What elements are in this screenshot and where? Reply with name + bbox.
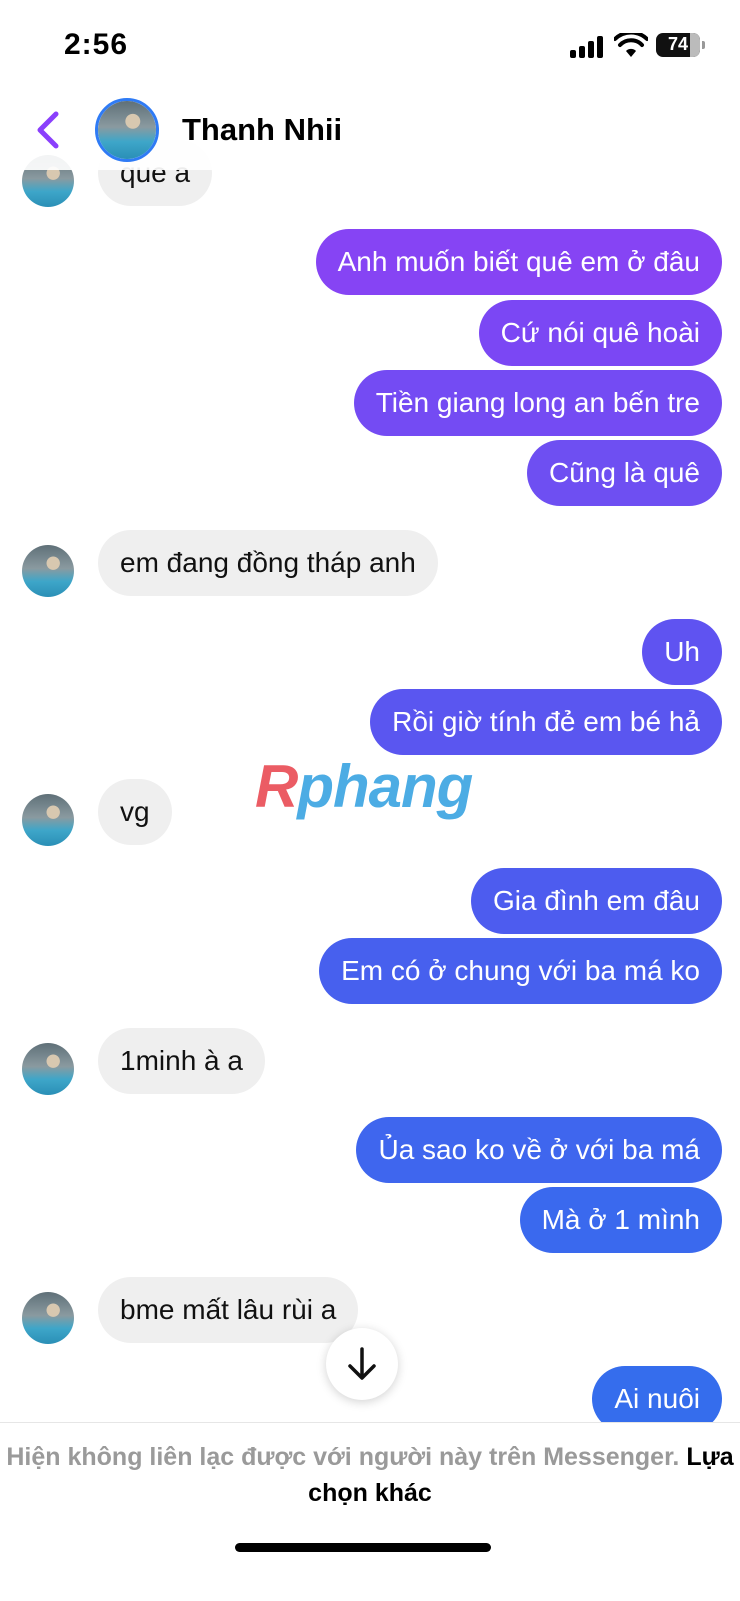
contact-avatar xyxy=(22,794,74,846)
home-indicator[interactable] xyxy=(235,1543,491,1552)
unavailable-notice: Hiện không liên lạc được với người này t… xyxy=(0,1439,740,1511)
arrow-down-icon xyxy=(348,1347,376,1380)
outgoing-message[interactable]: Anh muốn biết quê em ở đâu xyxy=(315,229,722,295)
contact-avatar xyxy=(22,1292,74,1344)
contact-avatar xyxy=(22,545,74,597)
contact-name[interactable]: Thanh Nhii xyxy=(182,112,342,148)
watermark-logo: Rphang xyxy=(255,753,473,820)
contact-avatar[interactable] xyxy=(95,98,159,162)
incoming-message[interactable]: 1minh à a xyxy=(98,1028,265,1094)
outgoing-message[interactable]: Gia đình em đâu xyxy=(470,868,722,934)
outgoing-message[interactable]: Cứ nói quê hoài xyxy=(478,300,722,366)
outgoing-message[interactable]: Em có ở chung với ba má ko xyxy=(319,938,722,1004)
incoming-message[interactable]: em đang đồng tháp anh xyxy=(98,530,438,596)
message-thread[interactable]: que a Anh muốn biết quê em ở đâu Cứ nói … xyxy=(0,0,740,1450)
incoming-message[interactable]: bme mất lâu rùi a xyxy=(98,1277,359,1343)
contact-avatar xyxy=(22,1043,74,1095)
outgoing-message[interactable]: Uh xyxy=(642,619,722,685)
conversation-header: Thanh Nhii xyxy=(0,90,740,170)
chevron-left-icon[interactable] xyxy=(30,108,66,152)
outgoing-message[interactable]: Tiền giang long an bến tre xyxy=(353,370,722,436)
incoming-message[interactable]: vg xyxy=(98,779,172,845)
notice-text: Hiện không liên lạc được với người này t… xyxy=(6,1443,680,1471)
outgoing-message[interactable]: Cũng là quê xyxy=(526,440,722,506)
footer-notice: Hiện không liên lạc được với người này t… xyxy=(0,1422,740,1601)
scroll-to-bottom-button[interactable] xyxy=(326,1328,398,1400)
outgoing-message[interactable]: Mà ở 1 mình xyxy=(519,1187,722,1253)
outgoing-message[interactable]: Rồi giờ tính đẻ em bé hả xyxy=(370,689,722,755)
outgoing-message[interactable]: Ủa sao ko về ở với ba má xyxy=(356,1117,722,1183)
